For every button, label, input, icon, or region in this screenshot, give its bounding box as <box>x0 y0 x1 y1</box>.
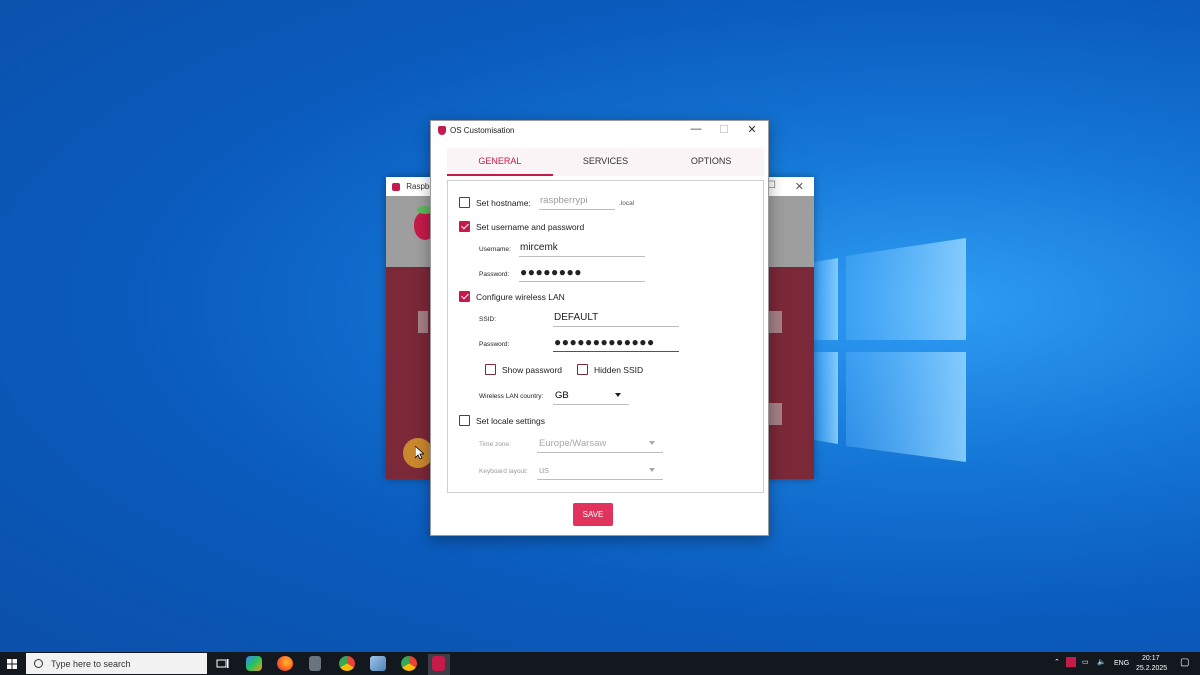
calculator-icon[interactable] <box>309 656 321 671</box>
app-icon[interactable] <box>370 656 386 671</box>
chrome-icon[interactable] <box>401 656 417 671</box>
clock-time[interactable]: 20:17 <box>1142 655 1160 662</box>
username-label: Username: <box>479 246 511 253</box>
wlan-password-input[interactable]: ●●●●●●●●●●●●● <box>553 336 679 352</box>
tab-general[interactable]: GENERAL <box>447 148 553 176</box>
tab-services[interactable]: SERVICES <box>553 148 659 176</box>
wlan-label: Configure wireless LAN <box>476 291 565 302</box>
wlan-checkbox[interactable] <box>459 291 470 302</box>
chrome-icon[interactable] <box>339 656 355 671</box>
wlan-country-value: GB <box>555 390 569 401</box>
os-customisation-dialog: OS Customisation — ☐ ✕ GENERAL SERVICES … <box>430 120 769 536</box>
timezone-value: Europe/Warsaw <box>539 438 607 449</box>
hostname-suffix: .local <box>619 200 635 207</box>
chevron-down-icon <box>649 468 655 472</box>
hidden-ssid-row: Hidden SSID <box>577 364 643 375</box>
hostname-label: Set hostname: <box>476 197 531 208</box>
general-settings-panel: Set hostname: raspberrypi .local Set use… <box>447 180 764 493</box>
language-indicator[interactable]: ENG <box>1114 660 1129 667</box>
wlan-row: Configure wireless LAN <box>459 291 565 302</box>
raspberry-pi-icon <box>438 126 446 135</box>
maximize-button[interactable]: ☐ <box>714 123 734 136</box>
chevron-up-icon[interactable]: ⌃ <box>1054 658 1060 666</box>
wlan-country-select[interactable]: GB <box>553 389 629 405</box>
mouse-cursor-icon <box>415 446 424 460</box>
timezone-label: Time zone: <box>479 441 511 448</box>
ssid-input[interactable]: DEFAULT <box>553 311 679 327</box>
raspberry-pi-imager-icon[interactable] <box>432 656 445 671</box>
username-input[interactable]: mircemk <box>519 241 645 257</box>
clock-date[interactable]: 25.2.2025 <box>1136 665 1167 672</box>
locale-checkbox[interactable] <box>459 415 470 426</box>
hidden-ssid-label: Hidden SSID <box>594 364 644 375</box>
user-checkbox[interactable] <box>459 221 470 232</box>
dialog-title: OS Customisation <box>450 126 515 135</box>
show-password-checkbox[interactable] <box>485 364 496 375</box>
system-tray: ⌃ ▭ 🔈 ENG 20:17 25.2.2025 ▢ <box>1050 652 1200 675</box>
raspberry-tray-icon[interactable] <box>1066 657 1076 667</box>
raspberry-pi-icon <box>392 182 400 191</box>
chevron-down-icon <box>615 393 621 397</box>
dialog-titlebar: OS Customisation — ☐ ✕ <box>431 121 768 141</box>
locale-label: Set locale settings <box>476 415 545 426</box>
hostname-checkbox[interactable] <box>459 197 470 208</box>
user-label: Set username and password <box>476 221 585 232</box>
user-row: Set username and password <box>459 221 584 232</box>
wlan-password-label: Password: <box>479 341 510 348</box>
chevron-down-icon <box>649 441 655 445</box>
firefox-icon[interactable] <box>277 656 293 671</box>
show-password-label: Show password <box>502 364 563 375</box>
hostname-row: Set hostname: <box>459 197 531 208</box>
taskbar-icons <box>0 652 1200 675</box>
background-device-button[interactable] <box>418 311 428 333</box>
tab-bar: GENERAL SERVICES OPTIONS <box>447 148 764 176</box>
background-close-icon[interactable]: ✕ <box>795 180 804 193</box>
network-icon[interactable]: ▭ <box>1082 658 1089 666</box>
show-password-row: Show password <box>485 364 562 375</box>
timezone-select[interactable]: Europe/Warsaw <box>537 437 663 453</box>
locale-row: Set locale settings <box>459 415 545 426</box>
ssid-label: SSID: <box>479 316 496 323</box>
volume-icon[interactable]: 🔈 <box>1097 658 1106 666</box>
hostname-input[interactable]: raspberrypi <box>539 194 615 210</box>
keyboard-layout-label: Keyboard layout: <box>479 468 528 475</box>
keyboard-layout-select[interactable]: us <box>537 464 663 480</box>
save-button[interactable]: SAVE <box>573 503 613 526</box>
keyboard-layout-value: us <box>539 465 550 476</box>
copilot-icon[interactable] <box>246 656 262 671</box>
task-view-icon[interactable] <box>215 656 231 671</box>
wlan-country-label: Wireless LAN country: <box>479 393 544 400</box>
user-password-label: Password: <box>479 271 510 278</box>
close-button[interactable]: ✕ <box>742 123 762 136</box>
minimize-button[interactable]: — <box>686 123 706 135</box>
hidden-ssid-checkbox[interactable] <box>577 364 588 375</box>
notification-icon[interactable]: ▢ <box>1180 657 1189 668</box>
tab-options[interactable]: OPTIONS <box>658 148 764 176</box>
user-password-input[interactable]: ●●●●●●●● <box>519 266 645 282</box>
